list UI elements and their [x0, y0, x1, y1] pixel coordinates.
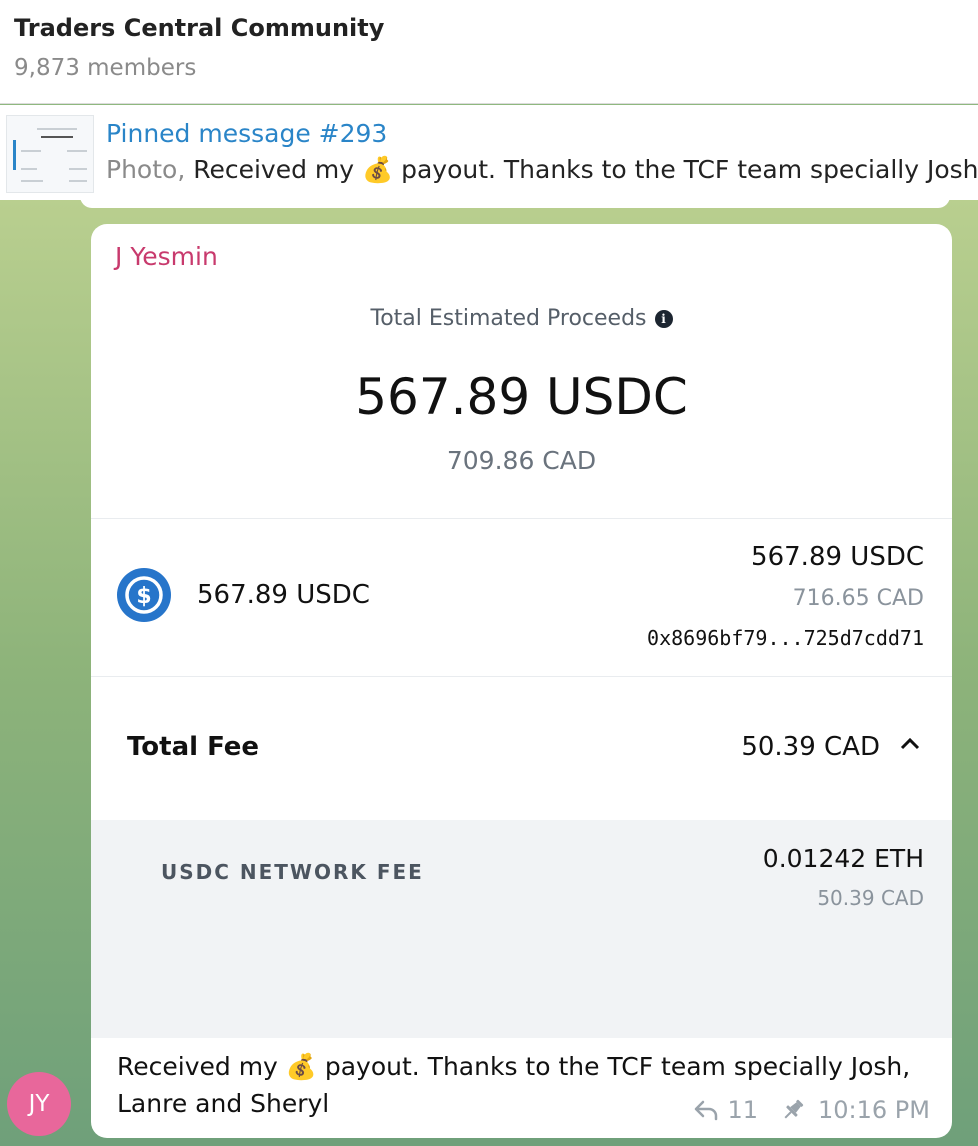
- estimated-proceeds-label: Total Estimated Proceeds i: [91, 306, 952, 331]
- message-bubble[interactable]: J Yesmin Total Estimated Proceeds i 567.8…: [91, 224, 952, 1138]
- coin-amount-label: 567.89 USDC: [197, 580, 370, 610]
- pinned-title: Pinned message #293: [106, 119, 388, 148]
- proceeds-amount: 567.89 USDC: [355, 368, 688, 426]
- member-count: 9,873 members: [14, 55, 197, 81]
- network-fee-panel: USDC NETWORK FEE 0.01242 ETH 50.39 CAD: [91, 820, 952, 1038]
- message-photo[interactable]: Total Estimated Proceeds i 567.89 USDC 70…: [91, 286, 952, 1038]
- previous-message-bubble: [80, 196, 950, 208]
- pin-icon: [784, 1099, 804, 1119]
- chat-header[interactable]: Traders Central Community 9,873 members: [0, 0, 978, 104]
- chat-title: Traders Central Community: [14, 14, 385, 42]
- proceeds-cad: 709.86 CAD: [446, 446, 597, 475]
- chevron-up-icon: [900, 737, 920, 750]
- reply-count[interactable]: 11: [727, 1096, 758, 1124]
- divider: [91, 676, 952, 677]
- avatar[interactable]: JY: [7, 1072, 71, 1136]
- usdc-cad-value: 716.65 CAD: [792, 586, 924, 611]
- network-fee-eth: 0.01242 ETH: [762, 844, 924, 873]
- pinned-preview: Photo, Received my 💰 payout. Thanks to t…: [106, 155, 978, 185]
- total-fee-value: 50.39 CAD: [741, 732, 880, 762]
- usdc-amount: 567.89 USDC: [751, 542, 924, 572]
- pinned-prefix: Photo,: [106, 155, 194, 184]
- message-time: 10:16 PM: [818, 1096, 930, 1124]
- total-fee-label: Total Fee: [127, 732, 260, 762]
- info-icon: i: [654, 310, 673, 328]
- pinned-text: Received my 💰 payout. Thanks to the TCF …: [193, 155, 978, 184]
- usdc-coin-icon: $: [117, 568, 171, 622]
- reply-icon[interactable]: [693, 1099, 719, 1121]
- svg-text:$: $: [136, 584, 151, 609]
- network-fee-cad: 50.39 CAD: [817, 886, 924, 910]
- wallet-address: 0x8696bf79...725d7cdd71: [647, 626, 924, 650]
- pinned-thumbnail: [6, 115, 94, 193]
- pinned-message-bar[interactable]: Pinned message #293 Photo, Received my 💰…: [0, 105, 978, 200]
- sender-name[interactable]: J Yesmin: [115, 242, 218, 271]
- divider: [91, 518, 952, 519]
- message-meta: 11 10:16 PM: [693, 1096, 930, 1124]
- network-fee-label: USDC NETWORK FEE: [161, 860, 424, 884]
